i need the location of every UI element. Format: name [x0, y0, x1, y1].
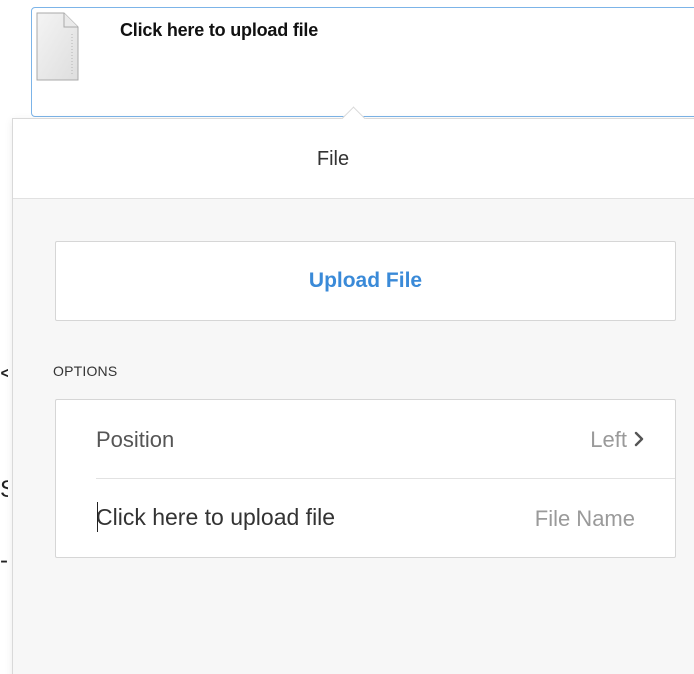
document-icon [34, 10, 82, 84]
option-row-file-name[interactable]: File Name [56, 479, 675, 557]
editor-stage: < S - Click here to upload file File [0, 0, 694, 674]
option-label-position: Position [96, 427, 175, 452]
file-settings-popover: File Upload File OPTIONS Position Left F… [12, 106, 694, 674]
edge-glyph: S [0, 478, 8, 502]
file-name-input[interactable] [96, 499, 456, 535]
options-section-label: OPTIONS [53, 363, 118, 379]
option-label-file-name: File Name [534, 506, 635, 531]
file-element-label: Click here to upload file [120, 20, 319, 40]
text-caret [97, 502, 98, 532]
popover-header: File [13, 119, 694, 199]
edge-glyph: < [0, 362, 8, 386]
popover-title: File [316, 148, 350, 170]
file-upload-element[interactable]: Click here to upload file [31, 7, 694, 117]
options-list: Position Left File Name [55, 399, 676, 558]
chevron-right-icon [633, 427, 647, 451]
edge-glyph: - [0, 549, 8, 573]
upload-file-button[interactable]: Upload File [55, 241, 676, 321]
option-row-position[interactable]: Position Left [56, 400, 675, 479]
option-value-position: Left [590, 427, 627, 452]
